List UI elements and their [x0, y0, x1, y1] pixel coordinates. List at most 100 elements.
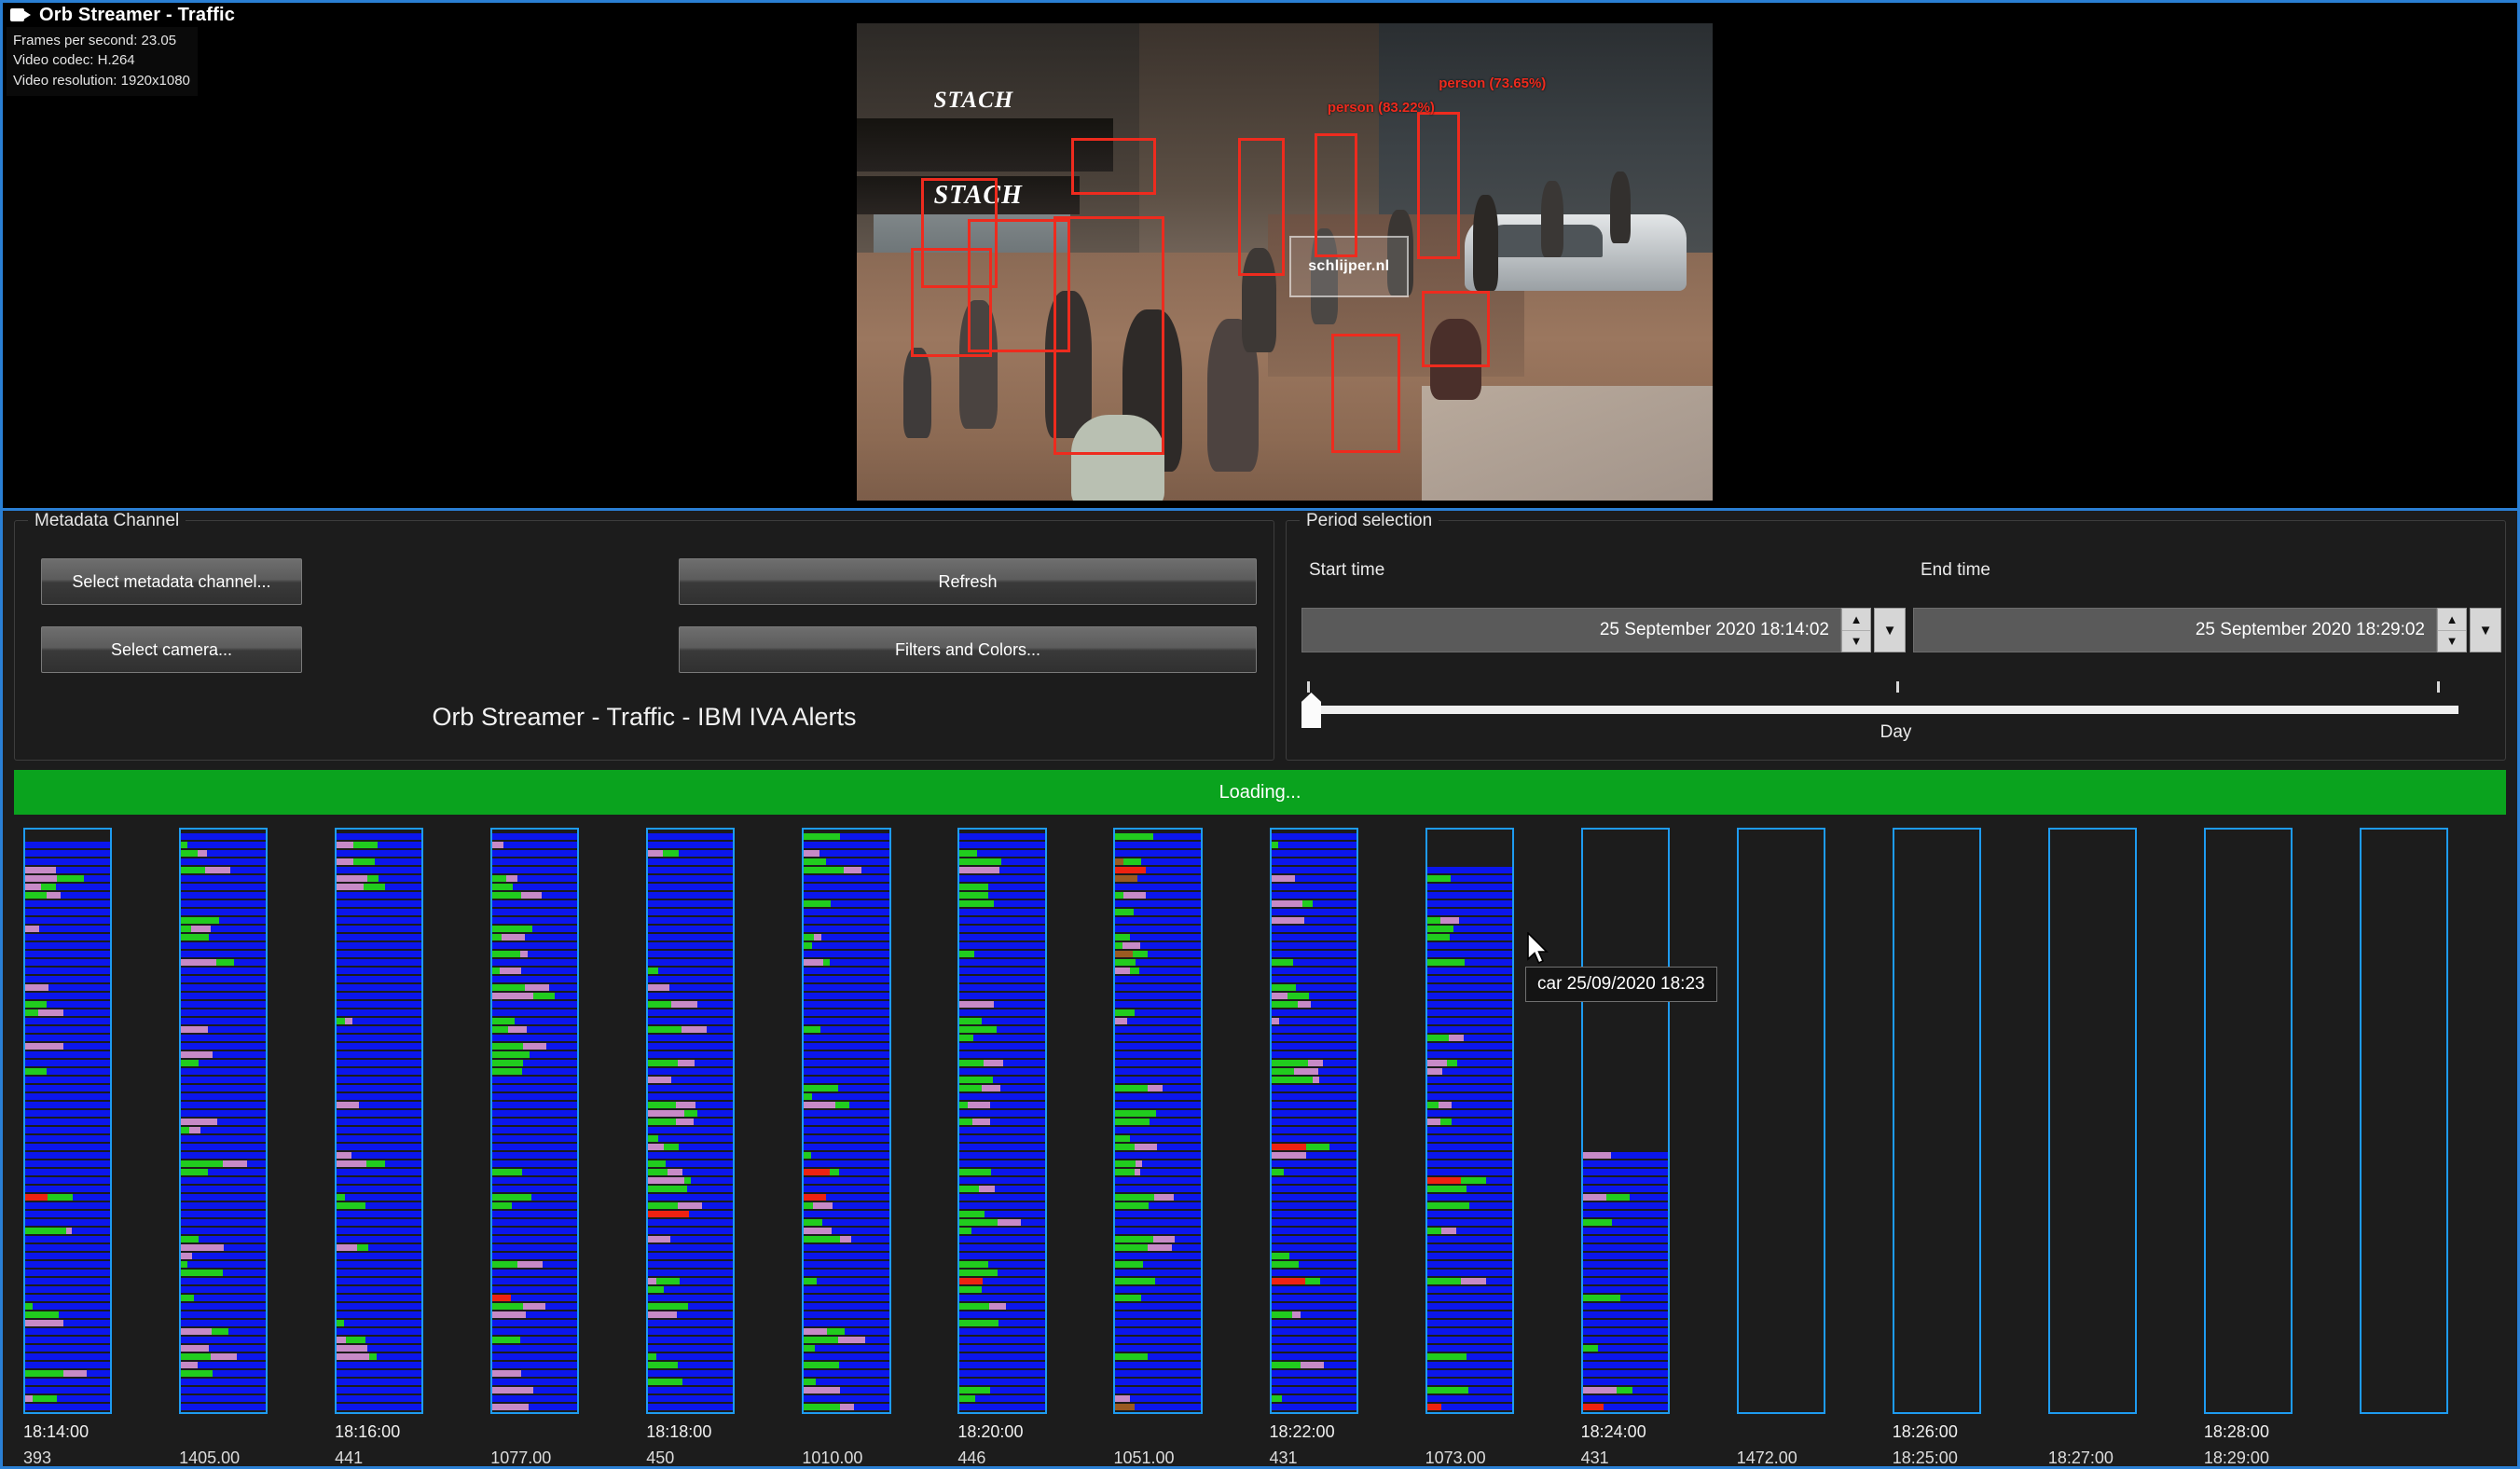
- timeline-column[interactable]: [646, 828, 736, 1414]
- start-time-spinner-down[interactable]: ▼: [1842, 631, 1870, 652]
- timeline-segment: [1271, 1009, 1356, 1016]
- timeline-segment: [981, 1085, 1000, 1091]
- timeline-column[interactable]: [1736, 828, 1825, 1414]
- timeline-segment: [492, 1194, 531, 1201]
- timeline-segment: [1284, 1169, 1356, 1175]
- timeline-row: [1426, 1144, 1512, 1150]
- timeline-column[interactable]: [1113, 828, 1203, 1414]
- select-metadata-channel-button[interactable]: Select metadata channel...: [41, 558, 302, 605]
- timeline-segment: [492, 1051, 530, 1058]
- timeline-segment: [648, 1085, 734, 1091]
- end-time-dropdown-button[interactable]: ▼: [2470, 608, 2501, 652]
- timeline-row: [804, 1018, 889, 1024]
- timeline-column[interactable]: [802, 828, 891, 1414]
- end-time-field[interactable]: 25 September 2020 18:29:02 ▲ ▼ ▼: [1913, 608, 2501, 652]
- timeline-column[interactable]: [1425, 828, 1514, 1414]
- timeline-column[interactable]: [1580, 828, 1670, 1414]
- timeline-segment: [1426, 1152, 1512, 1159]
- start-time-spinner-up[interactable]: ▲: [1842, 609, 1870, 631]
- timeline-segment: [492, 1320, 578, 1326]
- timeline-row: [25, 1110, 111, 1117]
- timeline-row: [181, 1404, 267, 1410]
- timeline-segment: [57, 875, 84, 882]
- filters-and-colors-button[interactable]: Filters and Colors...: [679, 626, 1257, 673]
- timeline-segment: [1426, 993, 1512, 999]
- timeline-row: [804, 1320, 889, 1326]
- period-slider-track[interactable]: [1301, 706, 2458, 714]
- select-camera-button[interactable]: Select camera...: [41, 626, 302, 673]
- timeline-row: [804, 1068, 889, 1075]
- timeline-segment: [25, 984, 48, 991]
- timeline-row: [1582, 1278, 1668, 1284]
- timeline-segment: [1271, 926, 1356, 932]
- timeline-column[interactable]: [1269, 828, 1358, 1414]
- timeline-segment: [1426, 1001, 1512, 1008]
- video-stream[interactable]: STACH STACH schlijper.nl person (73.65%)…: [857, 23, 1713, 501]
- timeline-row: [959, 1194, 1045, 1201]
- timeline-row: [648, 1328, 734, 1335]
- timeline-segment: [25, 934, 111, 940]
- timeline-column[interactable]: [2047, 828, 2138, 1414]
- timeline-column[interactable]: [23, 828, 113, 1414]
- timeline-segment: [492, 892, 522, 899]
- timeline-segment: [1148, 1085, 1164, 1091]
- alerts-timeline-chart[interactable]: 18:14:00 18:16:00 18:18:00 18:20:00 18:22:00…: [14, 828, 2506, 1467]
- period-slider[interactable]: Day: [1301, 681, 2490, 743]
- timeline-segment: [181, 1228, 267, 1234]
- timeline-column[interactable]: [179, 828, 269, 1414]
- refresh-button[interactable]: Refresh: [679, 558, 1257, 605]
- timeline-row: [804, 1362, 889, 1368]
- timeline-segment: [1271, 934, 1356, 940]
- timeline-row: [804, 867, 889, 873]
- end-time-spinner[interactable]: ▲ ▼: [2437, 608, 2467, 652]
- timeline-row: [804, 1035, 889, 1041]
- timeline-segment: [804, 1068, 889, 1075]
- timeline-row: [1115, 976, 1201, 982]
- timeline-row: [1426, 1093, 1512, 1100]
- timeline-row: [25, 1043, 111, 1050]
- timeline-segment: [804, 1194, 826, 1201]
- timeline-column[interactable]: [1892, 828, 1981, 1414]
- timeline-row: [181, 1236, 267, 1242]
- timeline-segment: [1426, 1186, 1467, 1192]
- timeline-column[interactable]: [335, 828, 424, 1414]
- timeline-row: [1271, 1244, 1356, 1251]
- end-time-spinner-up[interactable]: ▲: [2438, 609, 2466, 631]
- timeline-segment: [1460, 1278, 1487, 1284]
- timeline-segment: [1450, 875, 1512, 882]
- start-time-spinner[interactable]: ▲ ▼: [1841, 608, 1871, 652]
- timeline-row: [1426, 1404, 1512, 1410]
- timeline-row: [1426, 1035, 1512, 1041]
- timeline-column[interactable]: [2359, 828, 2449, 1414]
- timeline-column[interactable]: [2203, 828, 2293, 1414]
- timeline-column[interactable]: [490, 828, 580, 1414]
- timeline-row: [1582, 1303, 1668, 1310]
- start-time-value[interactable]: 25 September 2020 18:14:02: [1301, 608, 1841, 652]
- timeline-row: [648, 1001, 734, 1008]
- timeline-row: [492, 900, 578, 907]
- timeline-segment: [804, 1278, 818, 1284]
- start-time-field[interactable]: 25 September 2020 18:14:02 ▲ ▼ ▼: [1301, 608, 1906, 652]
- timeline-row: [959, 833, 1045, 840]
- timeline-segment: [959, 993, 1045, 999]
- timeline-segment: [38, 926, 111, 932]
- timeline-row: [648, 1370, 734, 1377]
- timeline-segment: [492, 1018, 516, 1024]
- timeline-segment: [1271, 942, 1356, 949]
- timeline-segment: [959, 892, 989, 899]
- end-time-value[interactable]: 25 September 2020 18:29:02: [1913, 608, 2437, 652]
- end-time-spinner-down[interactable]: ▼: [2438, 631, 2466, 652]
- timeline-row: [181, 833, 267, 840]
- start-time-dropdown-button[interactable]: ▼: [1874, 608, 1906, 652]
- timeline-segment: [492, 900, 578, 907]
- timeline-segment: [532, 926, 578, 932]
- chart-tooltip: car 25/09/2020 18:23: [1525, 967, 1717, 1002]
- timeline-row: [337, 1085, 422, 1091]
- timeline-row: [492, 1177, 578, 1184]
- timeline-column[interactable]: [957, 828, 1047, 1414]
- timeline-segment: [1426, 900, 1512, 907]
- timeline-row: [959, 1043, 1045, 1050]
- timeline-segment: [1611, 1219, 1668, 1226]
- timeline-segment: [1271, 976, 1356, 982]
- timeline-segment: [1115, 858, 1124, 865]
